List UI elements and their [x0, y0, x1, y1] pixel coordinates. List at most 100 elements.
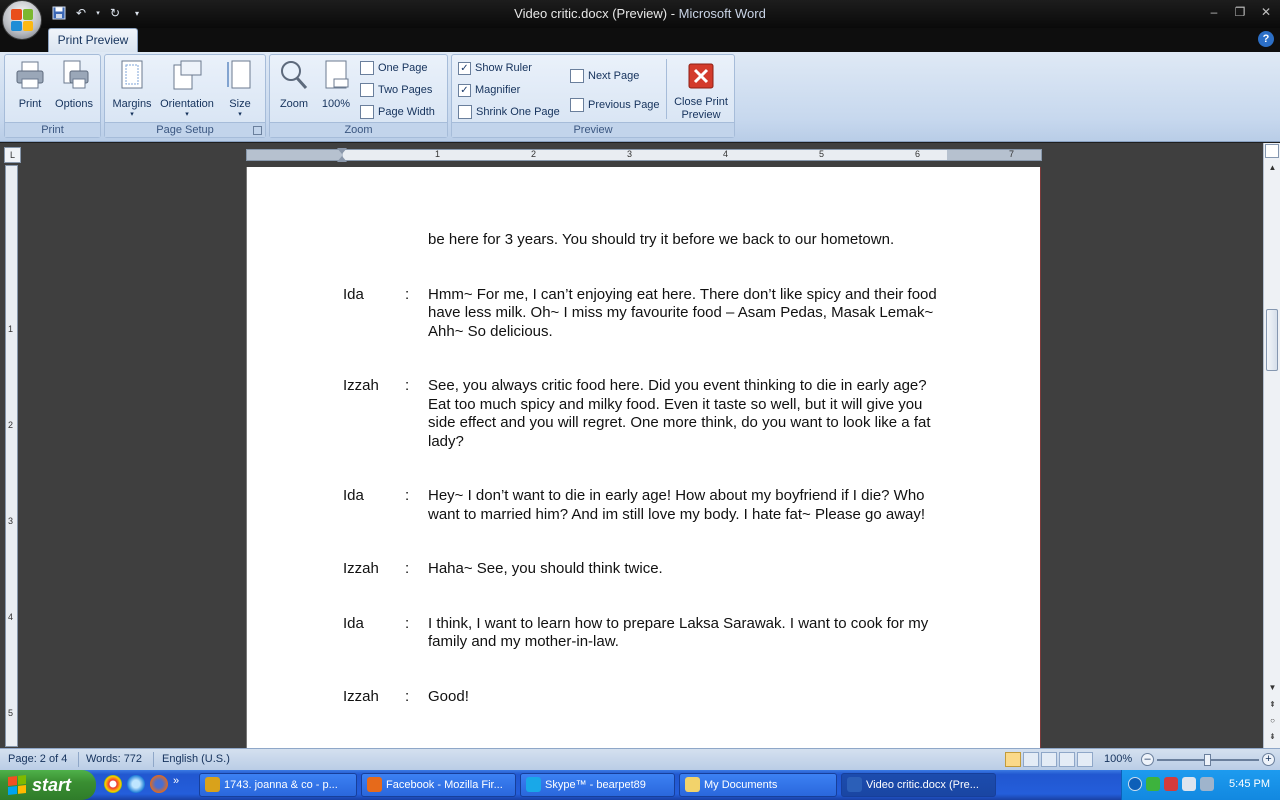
- full-screen-reading-view-icon[interactable]: [1023, 752, 1039, 767]
- task-label: My Documents: [704, 779, 778, 791]
- zoom-button[interactable]: Zoom: [272, 57, 316, 121]
- quick-launch-overflow-icon[interactable]: »: [173, 775, 183, 793]
- tab-stop-selector[interactable]: L: [4, 147, 21, 163]
- tab-print-preview[interactable]: Print Preview: [48, 28, 138, 52]
- taskbar-item[interactable]: Facebook - Mozilla Fir...: [361, 773, 516, 797]
- magnifier-checkbox[interactable]: ✓ Magnifier: [458, 80, 520, 100]
- speaker-name: Izzah: [343, 560, 379, 577]
- previous-page-button[interactable]: Previous Page: [570, 95, 660, 115]
- scroll-up-arrow-icon[interactable]: ▲: [1266, 161, 1279, 175]
- previous-page-arrow-icon[interactable]: ⇞: [1266, 698, 1279, 712]
- zoom-slider-knob[interactable]: [1204, 754, 1211, 766]
- close-red-x-icon: [688, 63, 714, 89]
- dialogue-text: Haha~ See, you should think twice.: [428, 560, 663, 577]
- tray-network-icon[interactable]: [1182, 777, 1196, 791]
- taskbar-item[interactable]: 1743. joanna & co - p...: [199, 773, 357, 797]
- web-layout-view-icon[interactable]: [1041, 752, 1057, 767]
- help-icon[interactable]: ?: [1258, 31, 1274, 47]
- hanging-indent-marker[interactable]: [337, 156, 347, 162]
- tray-security-icon[interactable]: [1164, 777, 1178, 791]
- next-page-arrow-icon[interactable]: ⇟: [1266, 730, 1279, 744]
- task-label: Facebook - Mozilla Fir...: [386, 779, 503, 791]
- restore-icon[interactable]: ❐: [1232, 4, 1248, 20]
- internet-explorer-icon[interactable]: [127, 775, 145, 793]
- taskbar-item[interactable]: Skype™ - bearpet89: [520, 773, 675, 797]
- ruler-tick: 1: [8, 324, 14, 334]
- taskbar-item-active[interactable]: Video critic.docx (Pre...: [841, 773, 996, 797]
- magnifying-glass-icon: [281, 61, 308, 90]
- page-width-button[interactable]: Page Width: [360, 102, 435, 122]
- ruler-tick: 2: [8, 420, 14, 430]
- dialogue-line: Izzah : Haha~ See, you should think twic…: [343, 560, 943, 579]
- task-label: Skype™ - bearpet89: [545, 779, 646, 791]
- view-ruler-toggle-icon[interactable]: [1265, 144, 1279, 158]
- status-bar: Page: 2 of 4 Words: 772 English (U.S.) 1…: [0, 748, 1280, 770]
- ruler-tick: 6: [915, 149, 921, 159]
- tray-expand-icon[interactable]: [1128, 777, 1142, 791]
- zoom-group-label: Zoom: [270, 122, 447, 137]
- horizontal-ruler[interactable]: 1 2 3 4 5 6 7: [246, 148, 1042, 162]
- ruler-tick: 4: [723, 149, 729, 159]
- folder-task-icon: [685, 777, 700, 792]
- margins-button[interactable]: Margins ▾: [107, 57, 157, 121]
- options-button[interactable]: Options: [51, 57, 97, 121]
- two-pages-button[interactable]: Two Pages: [360, 80, 432, 100]
- zoom-level[interactable]: 100%: [1104, 753, 1132, 765]
- zoom-group: Zoom 100% One Page Two Pages Page Width …: [269, 54, 448, 138]
- word-count[interactable]: Words: 772: [86, 753, 142, 765]
- size-button[interactable]: Size ▾: [217, 57, 263, 121]
- ruler-tick: 2: [531, 149, 537, 159]
- page-count[interactable]: Page: 2 of 4: [8, 753, 67, 765]
- scrollbar-thumb[interactable]: [1266, 309, 1278, 371]
- windows-logo-icon: [8, 775, 26, 795]
- task-icon: [205, 777, 220, 792]
- tray-volume-icon[interactable]: [1200, 777, 1214, 791]
- print-layout-view-icon[interactable]: [1005, 752, 1021, 767]
- select-browse-object-icon[interactable]: ○: [1266, 714, 1279, 728]
- zoom-100-button[interactable]: 100%: [316, 57, 356, 121]
- close-print-preview-button[interactable]: Close Print Preview: [670, 57, 732, 121]
- show-ruler-check-icon: ✓: [458, 61, 471, 75]
- ruler-tick: 3: [627, 149, 633, 159]
- next-page-button[interactable]: Next Page: [570, 66, 639, 86]
- document-page[interactable]: be here for 3 years. You should try it b…: [246, 167, 1041, 748]
- clock[interactable]: 5:45 PM: [1229, 778, 1270, 790]
- print-button[interactable]: Print: [7, 57, 53, 121]
- chrome-icon[interactable]: [104, 775, 122, 793]
- orientation-button[interactable]: Orientation ▾: [157, 57, 217, 121]
- dialogue-line: Ida : Hey~ I don’t want to die in early …: [343, 487, 943, 524]
- ribbon-tab-row: Print Preview ?: [0, 28, 1280, 52]
- zoom-slider[interactable]: – +: [1141, 752, 1277, 768]
- window-controls: – ❐ ✕: [1206, 4, 1274, 20]
- office-button[interactable]: [2, 0, 42, 40]
- draft-view-icon[interactable]: [1077, 752, 1093, 767]
- magnifier-check-icon: ✓: [458, 83, 471, 97]
- zoom-out-icon[interactable]: –: [1141, 753, 1154, 766]
- one-page-button[interactable]: One Page: [360, 58, 428, 78]
- taskbar-item[interactable]: My Documents: [679, 773, 837, 797]
- minimize-icon[interactable]: –: [1206, 4, 1222, 20]
- ribbon: Print Options Print Margins ▾ Orientatio…: [0, 52, 1280, 142]
- start-button[interactable]: start: [0, 770, 96, 800]
- dialogue-text: See, you always critic food here. Did yo…: [428, 377, 931, 450]
- first-line-indent-marker[interactable]: [337, 148, 347, 154]
- vertical-ruler[interactable]: 1 2 3 4 5: [5, 165, 18, 747]
- speaker-colon: :: [405, 487, 410, 504]
- two-pages-label: Two Pages: [378, 84, 433, 96]
- ruler-tick: 1: [435, 149, 441, 159]
- vertical-scrollbar[interactable]: ▲ ▼ ⇞ ○ ⇟: [1263, 143, 1280, 748]
- zoom-in-icon[interactable]: +: [1262, 753, 1275, 766]
- show-ruler-checkbox[interactable]: ✓ Show Ruler: [458, 58, 532, 78]
- close-icon[interactable]: ✕: [1258, 4, 1274, 20]
- tray-app-icon[interactable]: [1146, 777, 1160, 791]
- task-label: 1743. joanna & co - p...: [224, 779, 338, 791]
- firefox-icon[interactable]: [150, 775, 168, 793]
- page-setup-dialog-launcher-icon[interactable]: [253, 126, 262, 135]
- speaker-colon: :: [405, 560, 410, 577]
- dialogue-line: Ida : I think, I want to learn how to pr…: [343, 615, 943, 652]
- outline-view-icon[interactable]: [1059, 752, 1075, 767]
- scroll-down-arrow-icon[interactable]: ▼: [1266, 681, 1279, 695]
- language[interactable]: English (U.S.): [162, 753, 230, 765]
- shrink-one-page-button[interactable]: Shrink One Page: [458, 102, 560, 122]
- ruler-tick: 4: [8, 612, 14, 622]
